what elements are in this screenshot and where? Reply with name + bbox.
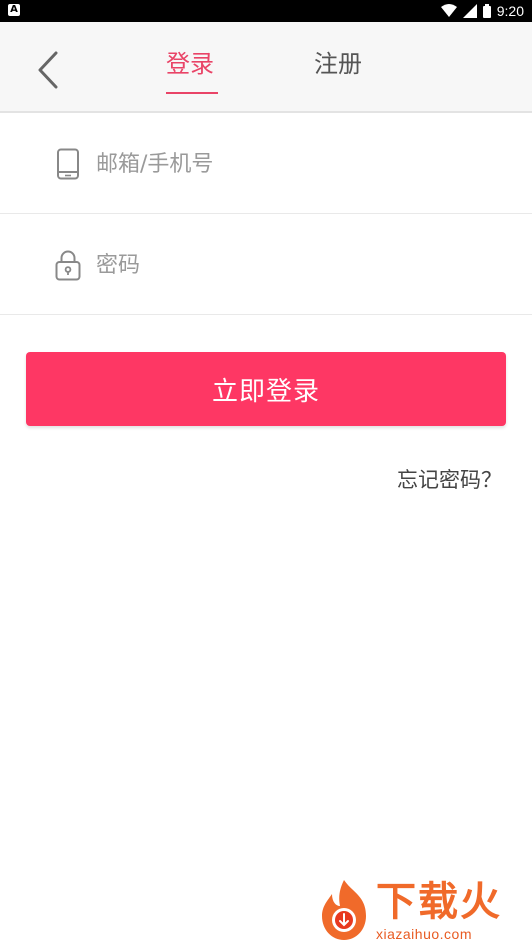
watermark-brand: 下载火 bbox=[376, 879, 502, 925]
wifi-icon bbox=[440, 4, 457, 17]
back-button[interactable] bbox=[30, 50, 66, 90]
lock-icon bbox=[54, 249, 82, 281]
watermark-url: xiazaihuo.com bbox=[376, 926, 472, 942]
tab-login[interactable]: 登录 bbox=[166, 48, 214, 80]
password-input[interactable] bbox=[96, 245, 496, 285]
login-button[interactable]: 立即登录 bbox=[26, 352, 506, 426]
password-row bbox=[0, 215, 532, 315]
top-header: 登录 注册 bbox=[0, 22, 532, 113]
status-right: 9:20 bbox=[440, 0, 524, 22]
status-time: 9:20 bbox=[496, 3, 524, 19]
notification-icon: A bbox=[8, 4, 20, 16]
signal-icon bbox=[462, 4, 477, 18]
watermark: 下载火 xiazaihuo.com bbox=[314, 876, 532, 946]
chevron-left-icon bbox=[38, 51, 58, 89]
email-input[interactable] bbox=[96, 144, 496, 184]
status-bar: A 9:20 bbox=[0, 0, 532, 22]
login-page: A 9:20 登录 注册 邮箱/手机号 立即登录 忘记密码？ 下载火 xiaza… bbox=[0, 0, 532, 946]
flame-logo-icon bbox=[322, 880, 366, 940]
tab-register[interactable]: 注册 bbox=[314, 48, 362, 80]
battery-icon bbox=[482, 4, 491, 18]
tab-active-indicator bbox=[166, 92, 218, 94]
forgot-password-link[interactable]: 忘记密码？ bbox=[397, 464, 502, 494]
email-row bbox=[0, 114, 532, 214]
phone-icon bbox=[54, 148, 82, 180]
